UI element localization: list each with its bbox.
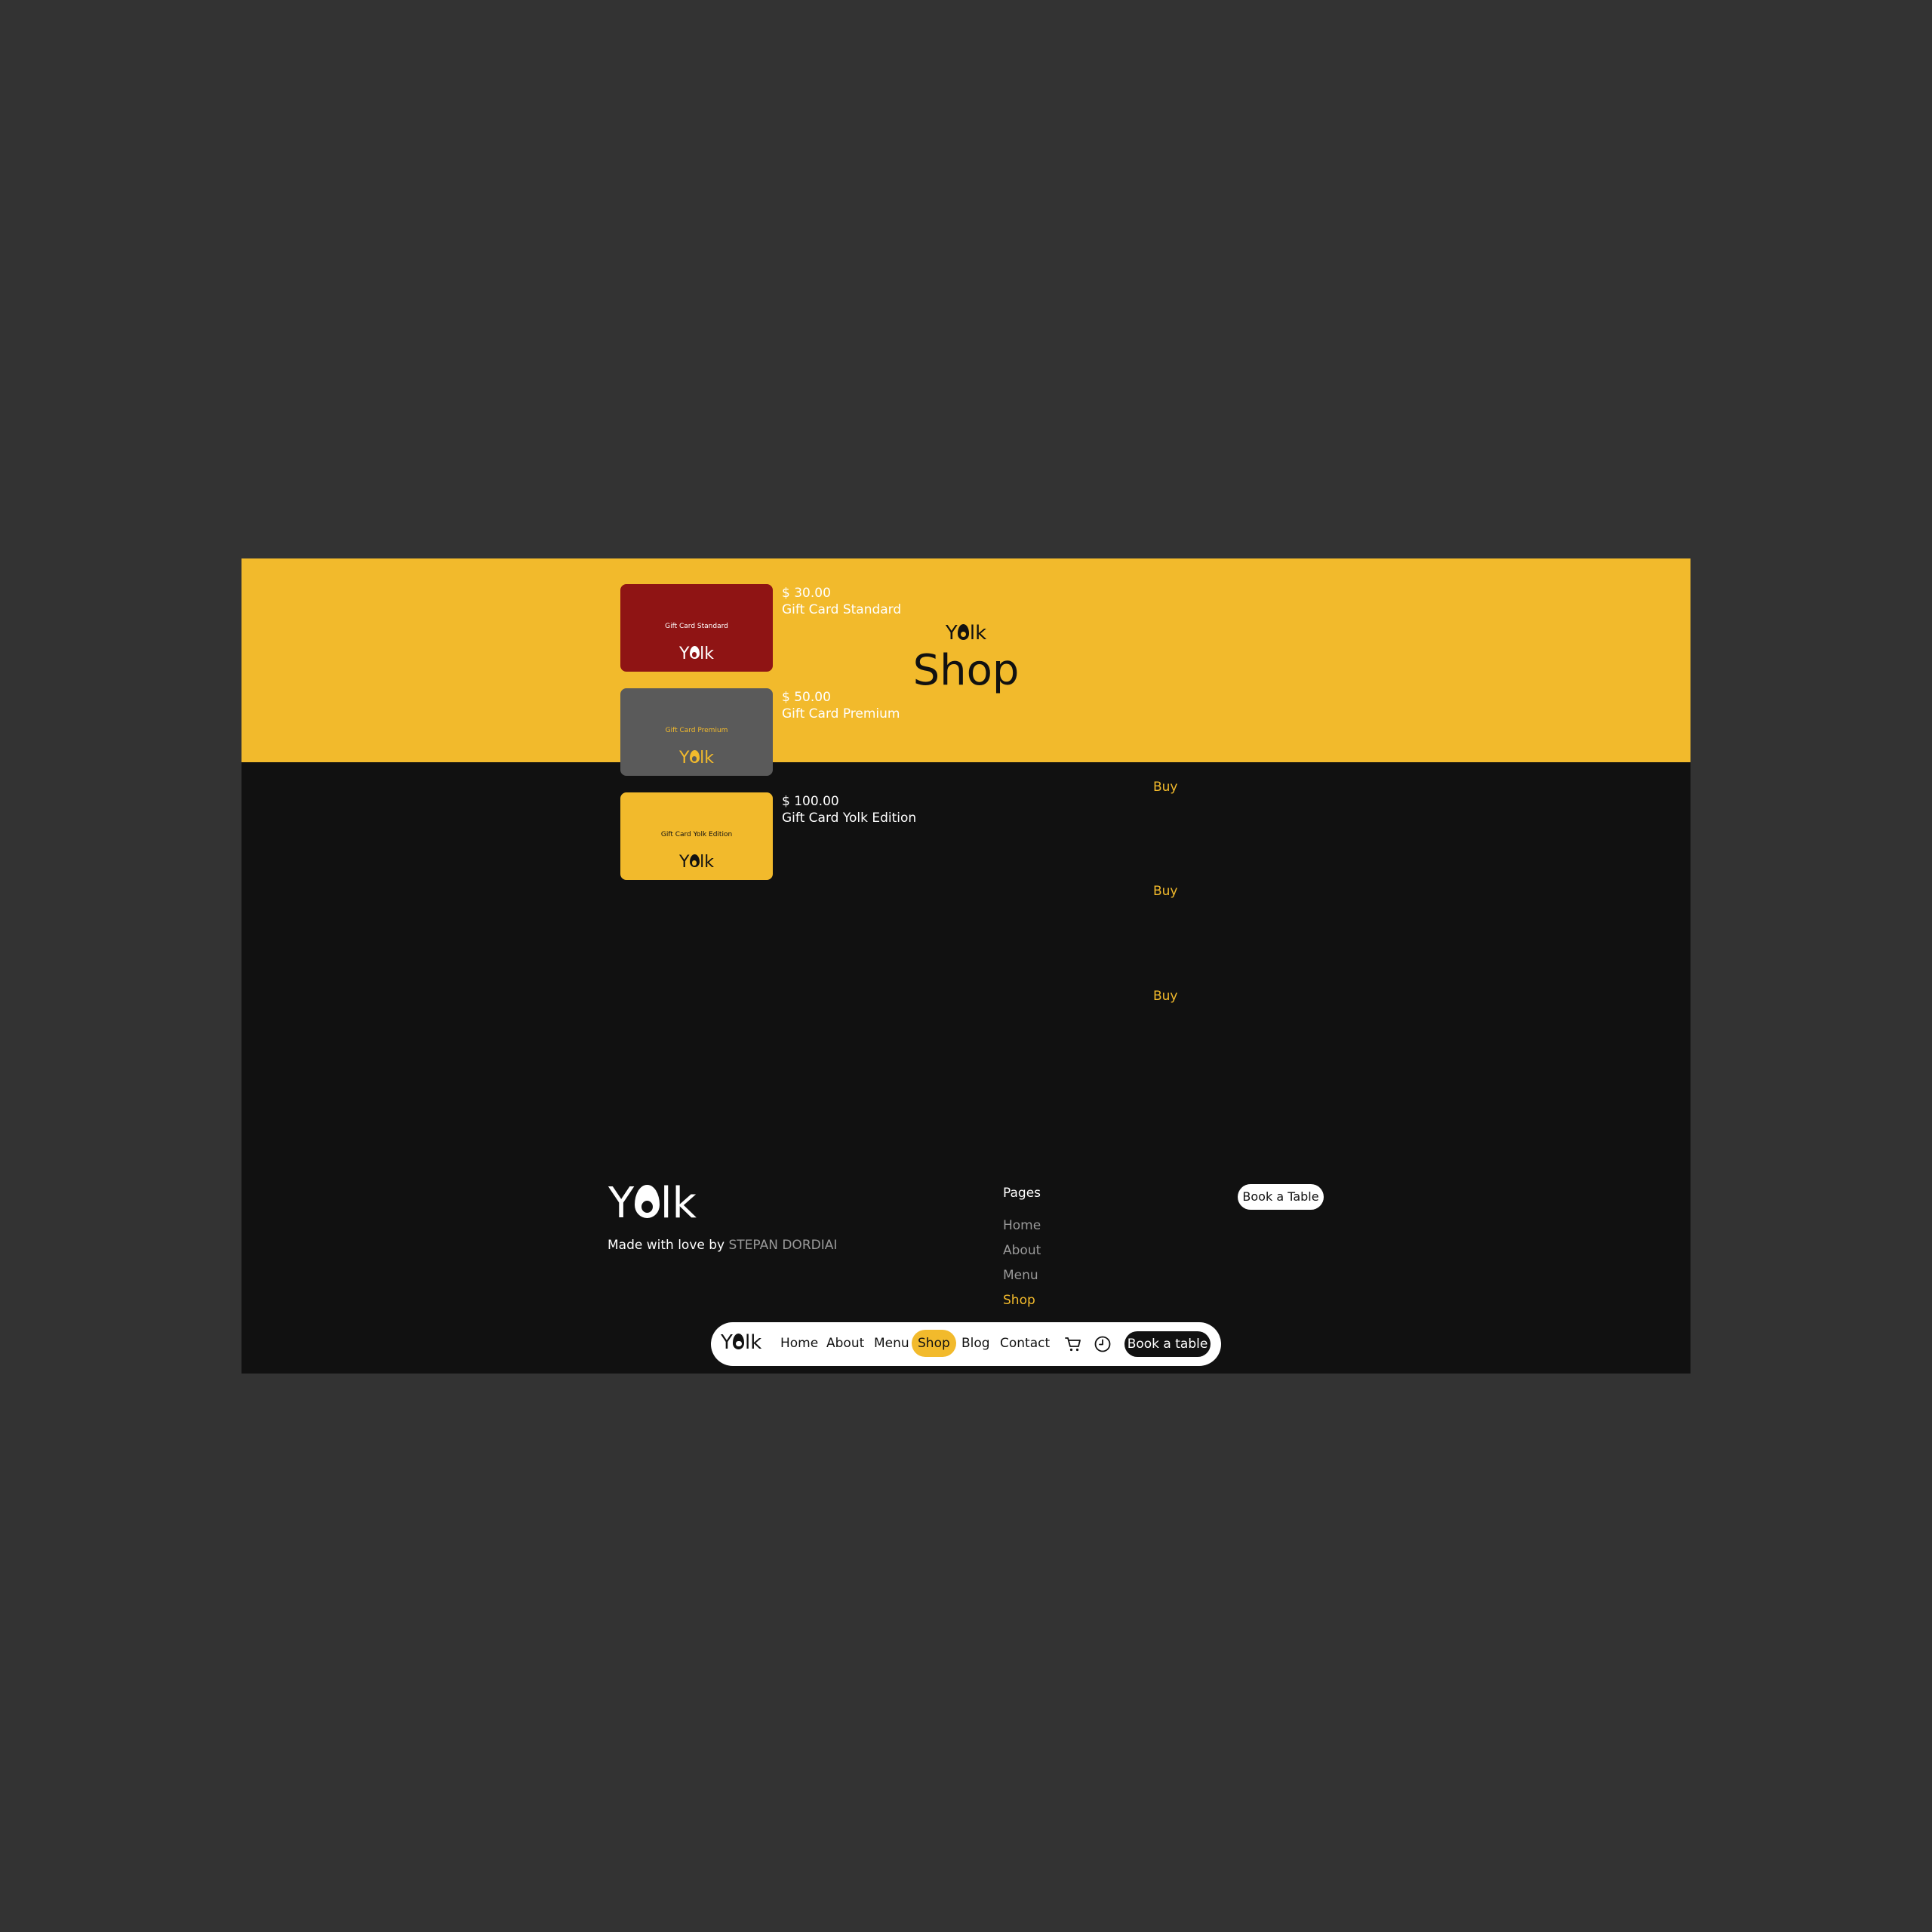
product-price: $ 50.00 <box>782 690 831 705</box>
author-link[interactable]: STEPAN DORDIAI <box>729 1238 838 1253</box>
egg-icon <box>733 1334 745 1349</box>
nav-blog[interactable]: Blog <box>961 1336 990 1351</box>
footer-logo[interactable]: Ylk <box>608 1179 697 1228</box>
product-name[interactable]: Gift Card Premium <box>782 706 900 721</box>
egg-icon <box>689 750 700 764</box>
footer-link-shop[interactable]: Shop <box>1003 1293 1035 1308</box>
product-name[interactable]: Gift Card Yolk Edition <box>782 811 916 826</box>
gift-card-image[interactable]: Gift Card Standard Ylk <box>620 584 773 672</box>
product-item: Gift Card Standard Ylk $ 30.00 Gift Card… <box>620 584 1284 672</box>
nav-shop[interactable]: Shop <box>912 1330 956 1357</box>
egg-icon <box>635 1185 660 1219</box>
book-table-button[interactable]: Book a Table <box>1238 1184 1324 1210</box>
nav-menu[interactable]: Menu <box>874 1336 909 1351</box>
product-item: Gift Card Premium Ylk $ 50.00 Gift Card … <box>620 688 1284 776</box>
footer-link-about[interactable]: About <box>1003 1243 1041 1258</box>
clock-icon[interactable] <box>1094 1335 1112 1353</box>
footer-credit: Made with love by STEPAN DORDIAI <box>608 1238 838 1253</box>
footer-link-menu[interactable]: Menu <box>1003 1268 1038 1283</box>
gift-card-logo: Ylk <box>679 645 714 663</box>
product-price: $ 100.00 <box>782 794 839 809</box>
gift-card-logo: Ylk <box>679 853 714 872</box>
buy-button[interactable]: Buy <box>1153 884 1178 899</box>
product-item: Gift Card Yolk Edition Ylk $ 100.00 Gift… <box>620 792 1284 880</box>
gift-card-label: Gift Card Yolk Edition <box>660 831 733 838</box>
footer-pages-heading: Pages <box>1003 1186 1041 1201</box>
egg-icon <box>689 854 700 868</box>
bottom-navbar: Ylk Home About Menu Shop Blog Contact Bo… <box>711 1322 1221 1366</box>
nav-about[interactable]: About <box>826 1336 864 1351</box>
nav-logo[interactable]: Ylk <box>721 1331 761 1354</box>
product-name[interactable]: Gift Card Standard <box>782 602 901 617</box>
page: Ylk Shop Gift Card Standard Ylk $ 30.00 … <box>242 558 1690 1374</box>
nav-contact[interactable]: Contact <box>1000 1336 1050 1351</box>
gift-card-label: Gift Card Premium <box>665 727 728 734</box>
gift-card-logo: Ylk <box>679 749 714 768</box>
footer-link-home[interactable]: Home <box>1003 1218 1041 1233</box>
gift-card-label: Gift Card Standard <box>665 623 728 630</box>
nav-home[interactable]: Home <box>780 1336 818 1351</box>
gift-card-image[interactable]: Gift Card Premium Ylk <box>620 688 773 776</box>
buy-button[interactable]: Buy <box>1153 989 1178 1004</box>
egg-icon <box>689 646 700 660</box>
gift-card-image[interactable]: Gift Card Yolk Edition Ylk <box>620 792 773 880</box>
cart-icon[interactable] <box>1064 1335 1082 1353</box>
book-table-nav-button[interactable]: Book a table <box>1124 1331 1211 1357</box>
product-price: $ 30.00 <box>782 586 831 601</box>
